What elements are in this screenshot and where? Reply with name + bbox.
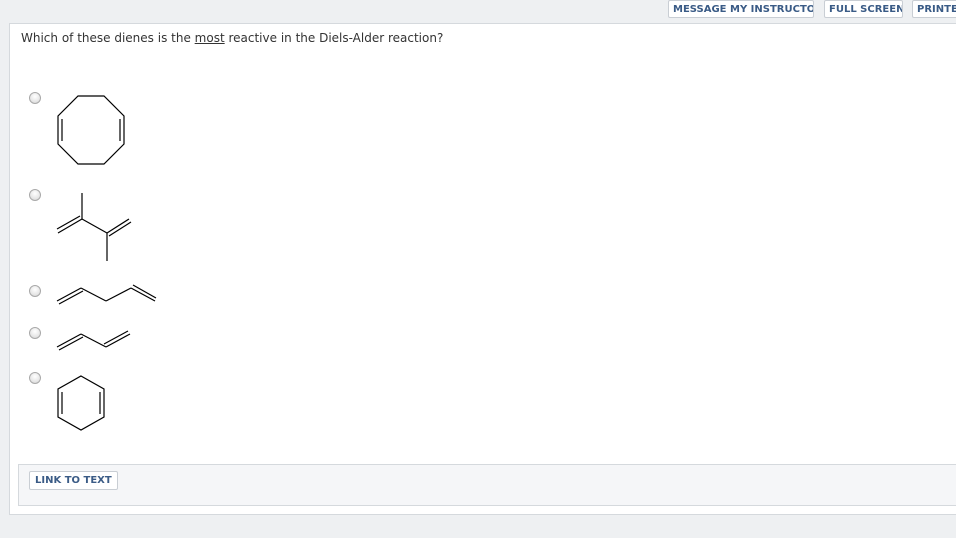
question-text: Which of these dienes is the most reacti… bbox=[21, 31, 443, 45]
cyclohexadiene-icon bbox=[57, 375, 105, 431]
option-2-radio[interactable] bbox=[29, 189, 41, 201]
option-3-radio[interactable] bbox=[29, 285, 41, 297]
message-instructor-button[interactable]: MESSAGE MY INSTRUCTOR bbox=[668, 0, 814, 18]
print-button[interactable]: PRINTE bbox=[912, 0, 956, 18]
option-5-radio[interactable] bbox=[29, 372, 41, 384]
question-panel: Which of these dienes is the most reacti… bbox=[9, 23, 956, 515]
option-1-radio[interactable] bbox=[29, 92, 41, 104]
question-text-after: reactive in the Diels-Alder reaction? bbox=[224, 31, 444, 45]
cyclooctadiene-icon bbox=[57, 95, 125, 165]
butadiene-icon bbox=[56, 330, 131, 351]
question-text-before: Which of these dienes is the bbox=[21, 31, 195, 45]
dimethylbutadiene-icon bbox=[56, 193, 132, 261]
link-bar: LINK TO TEXT bbox=[18, 464, 956, 506]
pentadiene-icon bbox=[56, 284, 157, 305]
top-toolbar: MESSAGE MY INSTRUCTOR FULL SCREEN PRINTE bbox=[0, 0, 956, 22]
link-to-text-button[interactable]: LINK TO TEXT bbox=[29, 471, 118, 490]
full-screen-button[interactable]: FULL SCREEN bbox=[824, 0, 903, 18]
question-emphasis: most bbox=[194, 31, 225, 45]
option-4-radio[interactable] bbox=[29, 327, 41, 339]
